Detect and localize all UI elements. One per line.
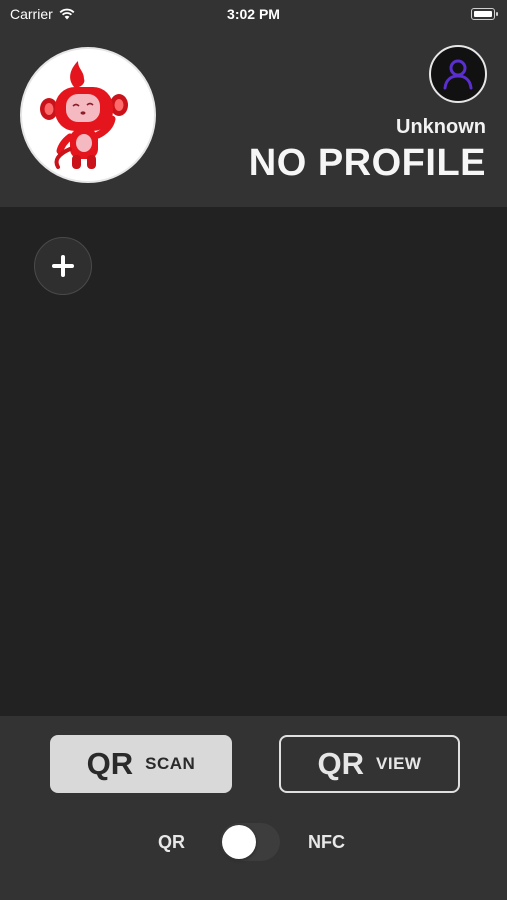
profile-name: Unknown [396, 116, 486, 138]
qr-view-button[interactable]: QR VIEW [279, 735, 460, 793]
toggle-knob[interactable] [222, 825, 256, 859]
profile-button[interactable] [429, 45, 487, 103]
status-bar: Carrier 3:02 PM [0, 0, 507, 30]
qr-scan-big-label: QR [86, 746, 134, 781]
profile-avatar[interactable] [20, 47, 156, 183]
mode-toggle-row: QR NFC [0, 822, 507, 862]
red-monkey-mascot-icon [40, 61, 128, 169]
toggle-right-label: NFC [308, 832, 345, 852]
qr-view-small-label: VIEW [376, 754, 422, 773]
qr-scan-button[interactable]: QR SCAN [50, 735, 232, 793]
battery-icon [471, 8, 498, 20]
status-time: 3:02 PM [227, 6, 280, 22]
toggle-left-label: QR [158, 832, 185, 852]
qr-view-big-label: QR [317, 746, 365, 781]
plus-icon [52, 255, 74, 277]
profile-title: NO PROFILE [248, 142, 486, 184]
qr-nfc-toggle[interactable] [220, 823, 280, 861]
person-icon [443, 59, 473, 90]
qr-scan-small-label: SCAN [145, 754, 196, 773]
add-button[interactable] [34, 237, 92, 295]
